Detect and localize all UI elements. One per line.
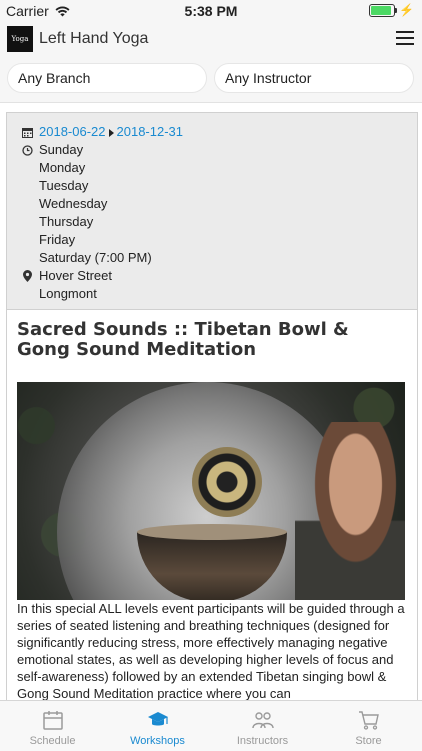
- tab-label: Workshops: [130, 735, 185, 747]
- branch-filter-label: Any Branch: [18, 70, 91, 86]
- event-title: Sacred Sounds :: Tibetan Bowl & Gong Sou…: [17, 319, 349, 360]
- instructor-filter-label: Any Instructor: [225, 70, 312, 86]
- day-row: Sunday: [7, 141, 417, 159]
- app-header: Yoga Left Hand Yoga: [0, 22, 422, 58]
- tab-bar: Schedule Workshops Instructors Store: [0, 700, 422, 751]
- logo-text: Yoga: [11, 35, 29, 43]
- filter-bar: Any Branch Any Instructor: [0, 58, 422, 103]
- calendar-icon: [21, 123, 33, 141]
- arrow-right-icon: [108, 128, 114, 137]
- event-image: [17, 382, 405, 600]
- app-logo: Yoga: [7, 26, 33, 52]
- location-city: Longmont: [39, 286, 97, 301]
- tab-store[interactable]: Store: [316, 701, 421, 751]
- calendar-icon: [42, 711, 63, 730]
- clock-icon: [21, 141, 33, 159]
- start-date-link[interactable]: 2018-06-22: [39, 124, 106, 139]
- tab-workshops[interactable]: Workshops: [105, 701, 210, 751]
- status-bar: Carrier 5:38 PM ⚡: [0, 0, 422, 22]
- branch-filter[interactable]: Any Branch: [7, 63, 207, 93]
- event-description: In this special ALL levels event partici…: [17, 601, 405, 701]
- map-marker-icon: [21, 267, 33, 285]
- day-row: Tuesday: [7, 177, 417, 195]
- day-label: Friday: [39, 232, 76, 247]
- status-time: 5:38 PM: [184, 3, 238, 19]
- tab-label: Schedule: [29, 735, 76, 747]
- location-city-row: Longmont: [7, 285, 417, 303]
- app-title: Left Hand Yoga: [39, 30, 149, 47]
- day-row: Friday: [7, 231, 417, 249]
- image-instructor: [295, 422, 405, 600]
- menu-icon[interactable]: [396, 31, 414, 45]
- day-row: Monday: [7, 159, 417, 177]
- day-row: Saturday (7:00 PM): [7, 249, 417, 267]
- day-row: Thursday: [7, 213, 417, 231]
- tab-instructors[interactable]: Instructors: [210, 701, 315, 751]
- cart-icon: [358, 711, 379, 730]
- day-label: Tuesday: [39, 178, 89, 193]
- instructor-filter[interactable]: Any Instructor: [214, 63, 414, 93]
- location-row: Hover Street: [7, 267, 417, 285]
- date-range: 2018-06-22 2018-12-31: [7, 123, 417, 141]
- event-meta: 2018-06-22 2018-12-31 Sunday Monday Tuesd…: [7, 113, 417, 310]
- event-content: Sacred Sounds :: Tibetan Bowl & Gong Sou…: [7, 310, 417, 702]
- people-icon: [251, 712, 274, 729]
- location-street: Hover Street: [39, 268, 112, 283]
- image-gong-center: [192, 447, 262, 517]
- day-row: Wednesday: [7, 195, 417, 213]
- day-label: Wednesday: [39, 196, 108, 211]
- tab-label: Store: [355, 735, 382, 747]
- graduation-cap-icon: [147, 712, 168, 726]
- day-label: Sunday: [39, 142, 84, 157]
- day-label: Saturday (7:00 PM): [39, 250, 152, 265]
- day-label: Monday: [39, 160, 86, 175]
- tab-schedule[interactable]: Schedule: [0, 701, 105, 751]
- event-card[interactable]: 2018-06-22 2018-12-31 Sunday Monday Tuesd…: [6, 112, 418, 703]
- charging-bolt-icon: ⚡: [399, 3, 414, 17]
- tab-label: Instructors: [236, 735, 289, 747]
- end-date-link[interactable]: 2018-12-31: [117, 124, 184, 139]
- battery-icon: [369, 3, 398, 17]
- status-right: ⚡: [369, 3, 414, 17]
- day-label: Thursday: [39, 214, 94, 229]
